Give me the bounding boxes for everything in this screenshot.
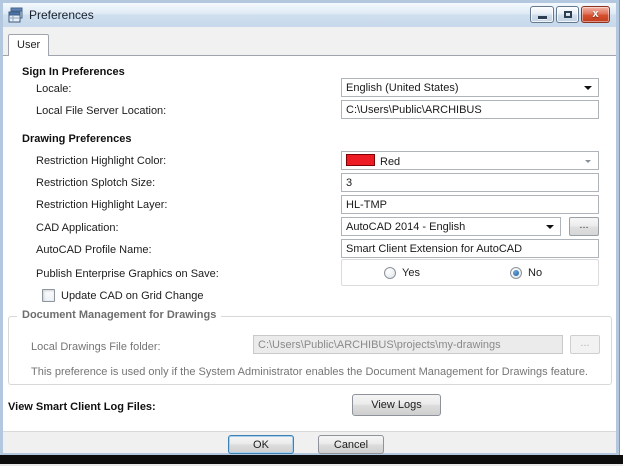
dialog-footer: OK Cancel: [3, 431, 616, 454]
drawings-folder-input: C:\Users\Public\ARCHIBUS\projects\my-dra…: [253, 335, 563, 354]
update-cad-label: Update CAD on Grid Change: [61, 290, 204, 302]
document-management-group: Document Management for Drawings Local D…: [8, 309, 612, 385]
locale-select[interactable]: English (United States): [341, 78, 599, 97]
publish-graphics-label: Publish Enterprise Graphics on Save:: [36, 268, 219, 280]
color-swatch-red: [346, 154, 375, 166]
publish-graphics-radio-group: Yes No: [341, 259, 599, 286]
minimize-button[interactable]: [530, 6, 554, 23]
app-icon: [8, 7, 23, 23]
drawings-folder-browse-button: ...: [570, 335, 600, 354]
radio-no-label: No: [528, 267, 543, 279]
cad-application-label: CAD Application:: [36, 222, 119, 234]
splotch-size-input[interactable]: 3: [341, 173, 599, 192]
cad-application-select[interactable]: AutoCAD 2014 - English: [341, 217, 561, 236]
radio-no[interactable]: [510, 267, 522, 279]
tab-user[interactable]: User: [8, 34, 49, 56]
close-icon: x: [592, 8, 599, 20]
close-button[interactable]: x: [581, 6, 610, 23]
ok-button[interactable]: OK: [228, 435, 294, 454]
cad-application-value: AutoCAD 2014 - English: [346, 221, 466, 233]
minimize-icon: [538, 16, 547, 19]
highlight-layer-input[interactable]: HL-TMP: [341, 195, 599, 214]
highlight-color-label: Restriction Highlight Color:: [36, 155, 167, 167]
locale-label: Locale:: [36, 83, 72, 95]
maximize-button[interactable]: [556, 6, 579, 23]
profile-name-label: AutoCAD Profile Name:: [36, 244, 152, 256]
chevron-down-icon: [546, 225, 554, 229]
view-logs-button[interactable]: View Logs: [352, 394, 441, 416]
chevron-down-icon: [585, 160, 591, 163]
window-title: Preferences: [29, 8, 94, 22]
view-logs-label: View Smart Client Log Files:: [8, 401, 156, 413]
highlight-layer-label: Restriction Highlight Layer:: [36, 199, 168, 211]
cad-application-browse-button[interactable]: ...: [569, 217, 599, 236]
radio-selected-dot: [513, 270, 519, 276]
update-cad-checkbox[interactable]: [42, 289, 55, 302]
file-server-label: Local File Server Location:: [36, 105, 167, 117]
splotch-size-label: Restriction Splotch Size:: [36, 177, 156, 189]
tab-strip: [3, 27, 616, 56]
chevron-down-icon: [584, 86, 592, 90]
maximize-icon: [564, 11, 572, 18]
screen-bottom-bar: [0, 455, 623, 464]
radio-yes-label: Yes: [402, 267, 420, 279]
highlight-color-select[interactable]: Red: [341, 151, 599, 170]
file-server-input[interactable]: C:\Users\Public\ARCHIBUS: [341, 100, 599, 119]
sign-in-preferences-heading: Sign In Preferences: [22, 66, 125, 78]
profile-name-input[interactable]: Smart Client Extension for AutoCAD: [341, 239, 599, 258]
cancel-button[interactable]: Cancel: [318, 435, 384, 454]
dialog-content: Sign In Preferences Locale: English (Uni…: [3, 56, 616, 431]
locale-value: English (United States): [346, 82, 459, 94]
radio-yes[interactable]: [384, 267, 396, 279]
title-bar[interactable]: Preferences x: [3, 3, 616, 28]
highlight-color-value: Red: [380, 156, 401, 168]
document-management-note: This preference is used only if the Syst…: [31, 366, 588, 378]
document-management-heading: Document Management for Drawings: [17, 309, 222, 321]
drawings-folder-label: Local Drawings File folder:: [31, 341, 161, 353]
preferences-dialog: Preferences x User Sign In Preferences L…: [0, 0, 619, 455]
drawing-preferences-heading: Drawing Preferences: [22, 133, 132, 145]
